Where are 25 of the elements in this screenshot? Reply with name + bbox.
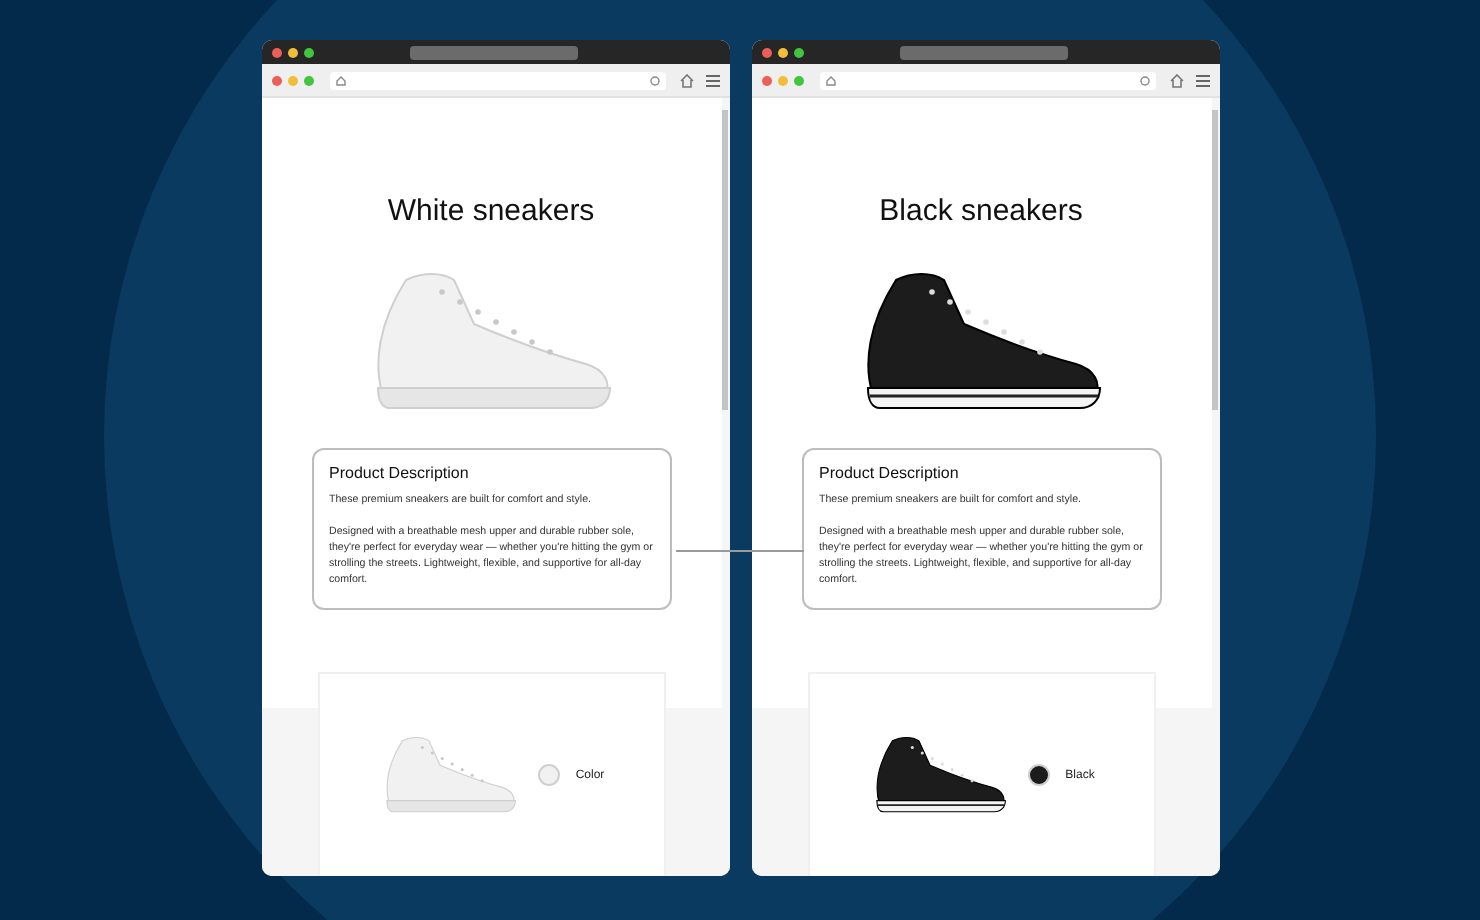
window-controls-icon <box>761 75 803 85</box>
reload-icon[interactable] <box>649 75 659 85</box>
color-swatch[interactable] <box>1027 764 1050 786</box>
window-controls-icon <box>271 47 313 57</box>
address-field[interactable] <box>329 71 665 89</box>
browser-tab[interactable] <box>899 45 1067 59</box>
browser-tab[interactable] <box>409 45 577 59</box>
scrollbar-thumb[interactable] <box>1211 110 1217 410</box>
product-title: Black sneakers <box>879 194 1083 228</box>
product-title: White sneakers <box>387 194 595 228</box>
home-icon[interactable] <box>679 73 693 87</box>
home-icon[interactable] <box>1169 73 1183 87</box>
menu-icon[interactable] <box>1195 73 1209 87</box>
home-icon <box>825 75 835 85</box>
home-icon <box>335 75 345 85</box>
window-controls-icon <box>761 47 803 57</box>
color-swatch[interactable] <box>537 764 560 786</box>
card-title: Product Description <box>329 464 471 482</box>
menu-icon[interactable] <box>705 73 719 87</box>
scrollbar-thumb[interactable] <box>721 110 727 410</box>
connector-line <box>676 550 804 552</box>
card-title: Product Description <box>819 464 961 482</box>
reload-icon[interactable] <box>1139 75 1149 85</box>
window-controls-icon <box>271 75 313 85</box>
address-field[interactable] <box>819 71 1155 89</box>
